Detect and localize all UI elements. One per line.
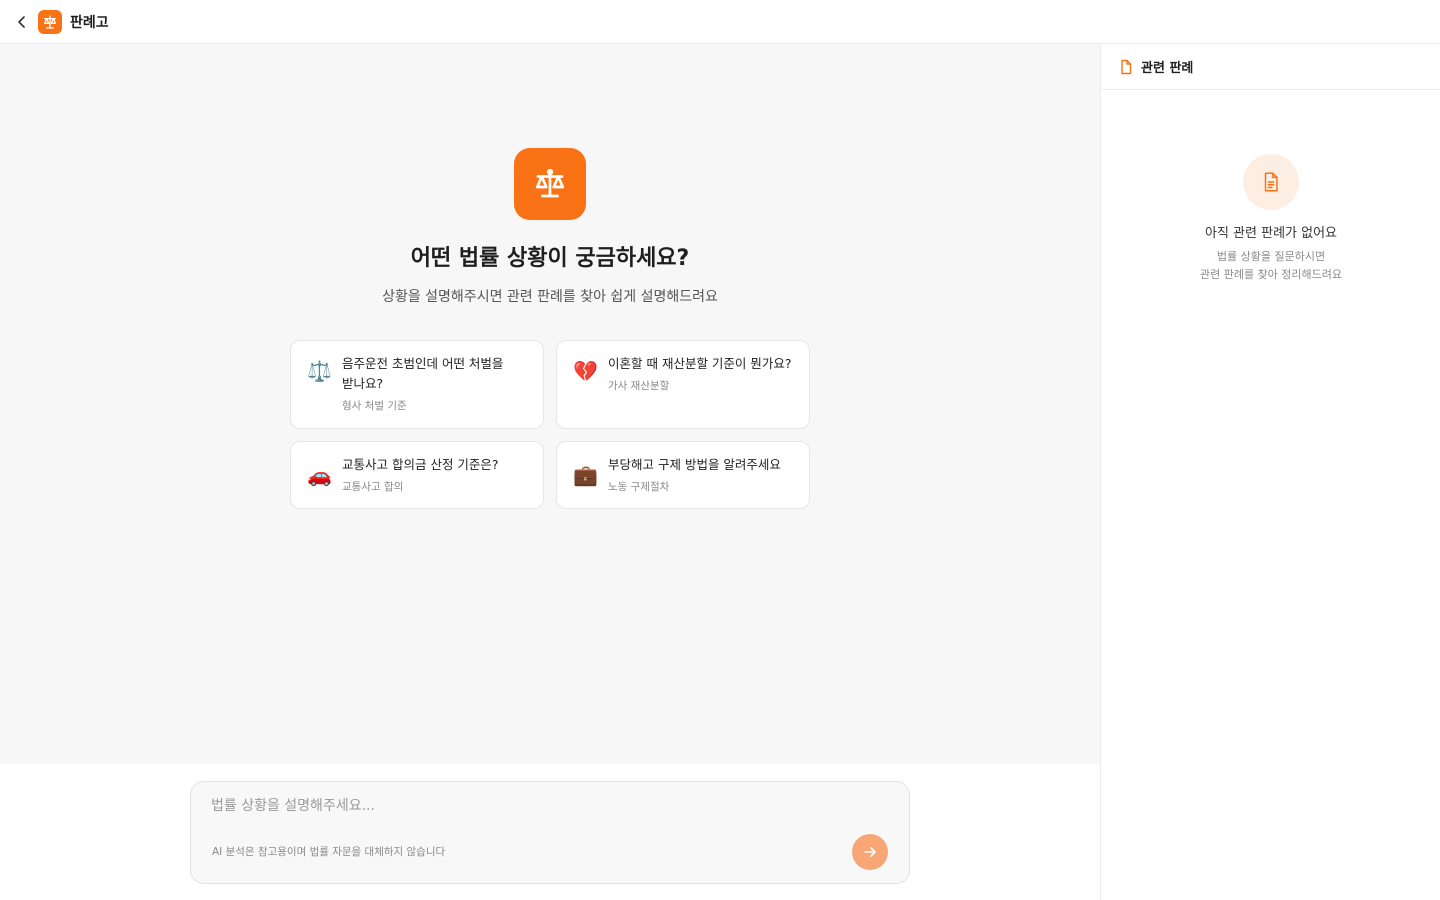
suggestion-question: 이혼할 때 재산분할 기준이 뭔가요? — [608, 356, 792, 371]
arrow-right-icon — [864, 847, 876, 857]
suggestion-card-unfair-dismissal[interactable]: 💼 부당해고 구제 방법을 알려주세요 노동 구제절차 — [556, 441, 810, 509]
app-title: 판례고 — [70, 14, 109, 31]
composer-box: AI 분석은 참고용이며 법률 자문을 대체하지 않습니다 — [190, 781, 910, 884]
car-icon: 🚗 — [307, 463, 332, 487]
composer-area: AI 분석은 참고용이며 법률 자문을 대체하지 않습니다 — [0, 764, 1100, 900]
suggestion-question: 교통사고 합의금 산정 기준은? — [342, 457, 499, 472]
suggestion-card-divorce[interactable]: 💔 이혼할 때 재산분할 기준이 뭔가요? 가사 재산분할 — [556, 340, 810, 429]
top-bar: 판례고 — [0, 0, 1440, 44]
suggestion-category: 노동 구제절차 — [608, 481, 670, 493]
related-cases-panel: 관련 판례 아직 관련 판례가 없어요 법률 상황을 질문하시면 관련 판례를 … — [1100, 44, 1440, 900]
suggestion-category: 가사 재산분할 — [608, 380, 670, 392]
document-icon — [1118, 59, 1134, 75]
suggestion-card-traffic-accident[interactable]: 🚗 교통사고 합의금 산정 기준은? 교통사고 합의 — [290, 441, 544, 509]
chat-main-area: 어떤 법률 상황이 궁금하세요? 상황을 설명해주시면 관련 판례를 찾아 쉽게… — [0, 44, 1100, 764]
hero-logo — [514, 148, 586, 220]
message-input[interactable] — [211, 794, 871, 818]
disclaimer-text: AI 분석은 참고용이며 법률 자문을 대체하지 않습니다 — [212, 846, 446, 858]
app-logo — [38, 9, 62, 34]
empty-state-icon — [1243, 154, 1299, 210]
empty-state-description: 법률 상황을 질문하시면 — [1216, 250, 1326, 263]
panel-title: 관련 판례 — [1141, 61, 1194, 76]
suggestion-card-drunk-driving[interactable]: ⚖️ 음주운전 초범인데 어떤 처벌을 받나요? 형사 처벌 기준 — [290, 340, 544, 429]
document-icon — [1264, 172, 1278, 192]
panel-header: 관련 판례 — [1101, 44, 1440, 90]
back-button[interactable] — [12, 12, 32, 32]
empty-state-description: 관련 판례를 찾아 정리해드려요 — [1199, 268, 1343, 281]
scales-icon — [535, 168, 565, 198]
chevron-left-icon — [18, 15, 25, 28]
send-button[interactable] — [852, 834, 888, 870]
briefcase-icon: 💼 — [573, 463, 598, 487]
scales-icon — [44, 14, 56, 29]
suggestion-question: 음주운전 초범인데 어떤 처벌을 받나요? — [342, 356, 504, 391]
hero-title: 어떤 법률 상황이 궁금하세요? — [410, 246, 690, 271]
suggestion-category: 교통사고 합의 — [342, 481, 404, 493]
empty-state-title: 아직 관련 판례가 없어요 — [1205, 226, 1337, 241]
suggestion-question: 부당해고 구제 방법을 알려주세요 — [608, 457, 781, 472]
broken-heart-icon: 💔 — [573, 359, 598, 383]
suggestion-category: 형사 처벌 기준 — [342, 400, 407, 412]
hero-subtitle: 상황을 설명해주시면 관련 판례를 찾아 쉽게 설명해드려요 — [382, 289, 718, 305]
scales-icon: ⚖️ — [307, 359, 332, 383]
